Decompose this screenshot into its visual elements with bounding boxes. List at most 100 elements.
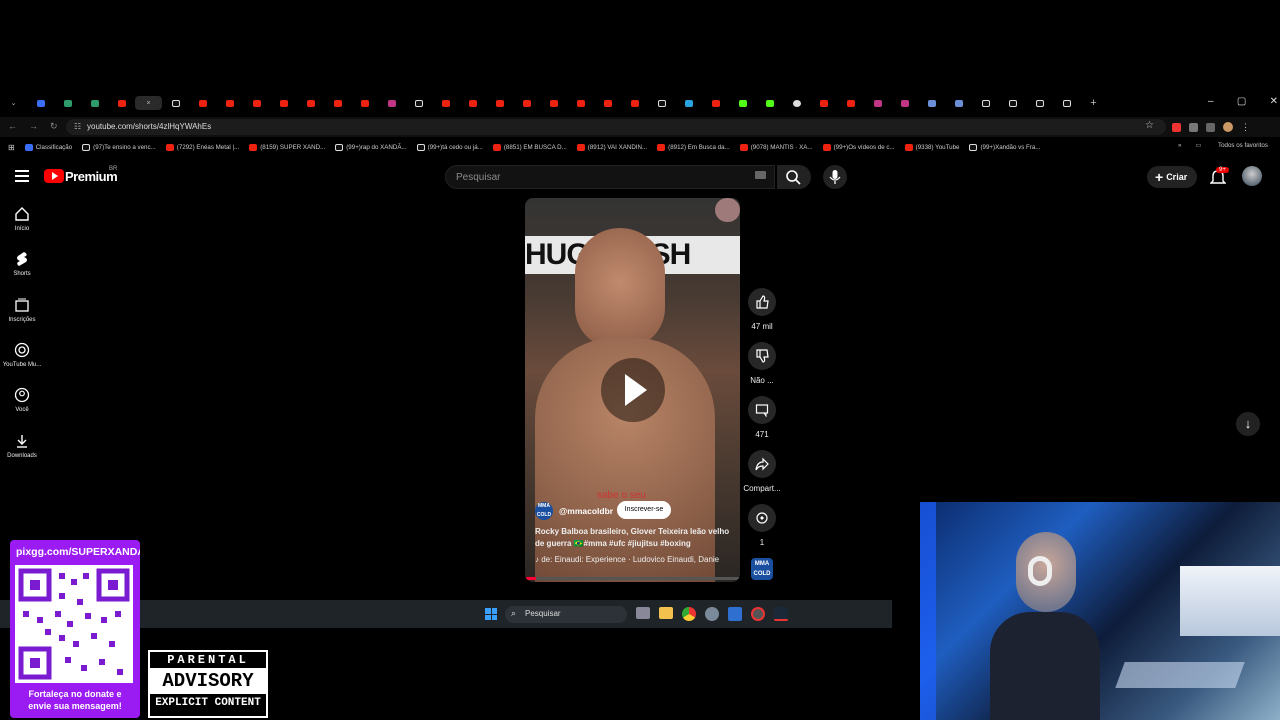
address-bar[interactable]: ☷ youtube.com/shorts/4zlHqYWAhEs ☆ [66,119,1166,135]
tab-search-button[interactable]: ⌄ [0,96,27,110]
maximize-button[interactable]: ▢ [1237,96,1246,110]
like-button[interactable]: 47 mil [737,288,787,331]
bookmark[interactable]: (99+)Xandão vs Fra... [969,143,1040,151]
bookmark-star-icon[interactable]: ☆ [1145,120,1154,131]
minimize-button[interactable]: – [1208,96,1214,110]
browser-tab[interactable] [918,96,945,110]
bookmark[interactable]: (9338) YouTube [904,143,959,151]
browser-tab[interactable] [54,96,81,110]
apps-grid-icon[interactable]: ⊞ [8,143,15,152]
close-window-button[interactable]: ✕ [1270,96,1278,110]
close-icon[interactable]: × [146,100,150,107]
search-button[interactable] [777,165,811,189]
app-icon[interactable] [728,607,742,621]
browser-tab[interactable] [81,96,108,110]
browser-tab[interactable] [783,96,810,110]
bookmark[interactable]: (8912) VAI XANDIN... [576,143,647,151]
profile-avatar[interactable] [1223,122,1233,132]
browser-tab[interactable] [1053,96,1080,110]
browser-tab[interactable] [513,96,540,110]
browser-tab[interactable] [621,96,648,110]
forward-icon[interactable]: → [29,121,38,132]
browser-tab[interactable] [270,96,297,110]
browser-tab[interactable] [1026,96,1053,110]
create-button[interactable]: + Criar [1147,166,1197,188]
bookmark[interactable]: (99+)rap do XANDÃ... [335,143,407,151]
sidebar-item-subscriptions[interactable]: Inscrições [0,297,44,323]
browser-tab[interactable] [162,96,189,110]
sound-avatar[interactable]: MMA COLD [751,558,773,580]
browser-tab[interactable] [594,96,621,110]
browser-tab[interactable] [810,96,837,110]
browser-tab[interactable] [297,96,324,110]
browser-tab[interactable] [675,96,702,110]
music-row[interactable]: ♪ de: Einaudi: Experience · Ludovico Ein… [535,555,740,564]
browser-tab[interactable] [729,96,756,110]
remix-button[interactable]: 1 [737,504,787,547]
bookmark[interactable]: (97)Te ensino a venc... [82,143,156,151]
all-favorites[interactable]: » ▭ [1178,142,1201,149]
bookmark[interactable]: (7292) Enéas Metal |... [165,143,239,151]
more-bookmarks-icon[interactable]: » [1178,142,1181,149]
channel-avatar[interactable]: MMA COLD [535,502,553,520]
taskbar-search[interactable]: ⌕ Pesquisar [505,606,627,623]
browser-tab[interactable] [432,96,459,110]
next-video-button[interactable]: ↓ [1236,412,1260,436]
hamburger-menu-icon[interactable] [15,170,29,182]
extension-icon[interactable] [1172,122,1181,132]
browser-tab[interactable] [459,96,486,110]
keyboard-icon[interactable] [755,171,766,179]
subscribe-button[interactable]: Inscrever-se [617,501,671,519]
browser-tab[interactable] [351,96,378,110]
voice-search-button[interactable] [823,165,847,189]
sidebar-item-shorts[interactable]: Shorts [0,251,44,277]
user-avatar[interactable] [1242,166,1262,186]
search-input[interactable]: Pesquisar [445,165,775,189]
browser-tab[interactable] [486,96,513,110]
media-icon[interactable] [1206,122,1215,132]
browser-tab[interactable] [891,96,918,110]
browser-tab[interactable] [864,96,891,110]
settings-gear-icon[interactable] [705,607,719,621]
browser-tab[interactable] [756,96,783,110]
extensions-puzzle-icon[interactable] [1189,122,1198,132]
browser-tab[interactable] [567,96,594,110]
browser-tab[interactable] [702,96,729,110]
bookmark[interactable]: (99+)tá cedo ou já... [416,143,483,151]
file-explorer-icon[interactable] [659,607,673,619]
share-button[interactable]: Compart... [737,450,787,493]
browser-tab[interactable] [972,96,999,110]
browser-tab[interactable] [243,96,270,110]
site-info-icon[interactable]: ☷ [74,122,81,131]
bookmark[interactable]: (9078) MANTIS · XA... [739,143,813,151]
bookmark[interactable]: (99+)Os vídeos de c... [822,143,895,151]
chrome-icon[interactable] [682,607,696,621]
browser-tab[interactable] [216,96,243,110]
browser-tab[interactable] [945,96,972,110]
sidebar-item-youtube-music[interactable]: YouTube Mu... [0,342,44,368]
bookmark[interactable]: (8851) EM BUSCA D... [492,143,567,151]
steam-icon[interactable] [774,607,788,621]
sidebar-item-you[interactable]: Você [0,387,44,413]
browser-tab[interactable] [378,96,405,110]
browser-tab[interactable] [999,96,1026,110]
dislike-button[interactable]: Não ... [737,342,787,385]
browser-tab[interactable] [324,96,351,110]
play-button[interactable] [601,358,665,422]
browser-tab[interactable] [27,96,54,110]
browser-tab-active[interactable]: × [135,96,162,110]
browser-tab[interactable] [540,96,567,110]
back-icon[interactable]: ← [8,121,17,132]
browser-tab[interactable] [648,96,675,110]
sidebar-item-downloads[interactable]: Downloads [0,433,44,459]
new-tab-button[interactable]: + [1080,96,1107,110]
app-icon[interactable] [751,607,765,621]
comment-button[interactable]: 471 [737,396,787,439]
browser-tab[interactable] [189,96,216,110]
bookmark[interactable]: (8912) Em Busca da... [657,143,730,151]
reload-icon[interactable]: ↻ [50,121,58,132]
bookmark[interactable]: (8159) SUPER XAND... [249,143,325,151]
windows-start-icon[interactable] [485,608,497,620]
task-view-icon[interactable] [636,607,650,619]
menu-kebab-icon[interactable]: ⋮ [1241,122,1250,133]
